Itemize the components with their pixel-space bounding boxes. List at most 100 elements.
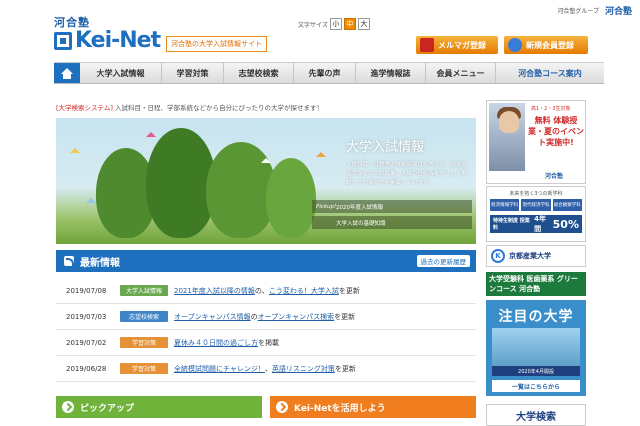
news-date: 2019/07/08	[66, 286, 107, 295]
trial-class-banner[interactable]: 高1・2・3生対象 無料 体験授業・夏のイベント実施中! 河合塾	[486, 100, 586, 184]
hero-link-2020-label: 2020年度入試情報	[336, 204, 383, 211]
news-text: 2021年度入試以降の情報の、こう変わる！大学入試を更新	[174, 286, 360, 296]
green-course-banner[interactable]: 大学受験科 医歯薬系 グリーンコース 河合塾	[486, 272, 586, 296]
keinet-logo-icon	[54, 31, 72, 50]
news-link[interactable]: 全統模試問題にチャレンジ！	[174, 365, 265, 373]
news-link[interactable]: オープンキャンパス情報	[174, 313, 251, 321]
pickup-section-header[interactable]: ピックアップ	[56, 396, 262, 418]
featured-university-banner[interactable]: 注目の大学 2020年4月開設 一覧はこちらから	[486, 300, 586, 396]
news-title: 最新情報	[80, 257, 120, 269]
rss-icon	[64, 256, 74, 266]
group-brand-link[interactable]: 河合塾	[605, 4, 632, 17]
campus-image	[492, 328, 580, 366]
hero-pickup-label: Pickup!	[316, 203, 337, 210]
hero-link-basics-label: 大学入試の基礎知識	[336, 220, 386, 227]
paper-bird-icon	[70, 148, 80, 153]
news-list: 2019/07/08 大学入試情報 2021年度入試以降の情報の、こう変わる！大…	[56, 278, 476, 382]
mail-magazine-icon	[420, 38, 434, 52]
nav-home-button[interactable]	[54, 63, 80, 83]
scholarship-rate: 50%	[552, 217, 579, 231]
nav-item-magazine[interactable]: 進学情報誌	[356, 63, 426, 83]
university-dept-banner[interactable]: 未来を拓く3つの新学科 経済情報学科 現代経済学科 総合観察学科 特待生制度 授…	[486, 186, 586, 242]
scholarship-years: 4年間	[534, 215, 546, 233]
news-text: オープンキャンパス情報のオープンキャンパス検索を更新	[174, 312, 355, 322]
news-link[interactable]: 英語リスニング対策	[272, 365, 335, 373]
news-text-tail: を更新	[334, 312, 356, 321]
news-header: 最新情報 過去の更新履歴	[56, 250, 476, 272]
news-text-tail: を更新	[338, 286, 360, 295]
news-text-tail: を更新	[334, 364, 356, 373]
news-text-mid: 、	[264, 364, 272, 373]
news-text: 夏休み４０日間の過ごし方を掲載	[174, 338, 279, 348]
register-button[interactable]: 新規会員登録	[504, 36, 588, 54]
nav-item-course-guide[interactable]: 河合塾コース案内	[496, 63, 604, 83]
nav-item-senior-voices[interactable]: 先輩の声	[294, 63, 356, 83]
news-item: 2019/07/03 志望校検索 オープンキャンパス情報のオープンキャンパス検索…	[56, 304, 476, 330]
mail-magazine-button[interactable]: メルマガ登録	[416, 36, 498, 54]
nav-item-study[interactable]: 学習対策	[162, 63, 224, 83]
news-category-badge: 学習対策	[120, 363, 168, 374]
paper-bird-icon	[316, 152, 326, 157]
nav-item-member-menu[interactable]: 会員メニュー	[426, 63, 496, 83]
trial-class-target: 高1・2・3生対象	[531, 106, 571, 112]
news-link[interactable]: 2021年度入試以降の情報	[174, 287, 255, 295]
news-text-mid: の	[250, 312, 258, 321]
search-intro-text: 入試科目・日程、学部系統などから自分にぴったりの大学が探せます！	[112, 104, 323, 112]
use-keinet-section-header[interactable]: Kei-Netを活用しよう	[270, 396, 476, 418]
featured-date: 2020年4月開設	[492, 366, 580, 376]
university-k-icon: K	[491, 249, 505, 263]
news-text: 全統模試問題にチャレンジ！、英語リスニング対策を更新	[174, 364, 356, 374]
news-link[interactable]: オープンキャンパス検索	[258, 313, 335, 321]
font-size-small-button[interactable]: 小	[329, 18, 342, 30]
trial-class-headline: 無料 体験授業・夏のイベント実施中!	[528, 116, 584, 147]
university-search-banner[interactable]: 大学検索	[486, 404, 586, 426]
news-category-badge: 学習対策	[120, 337, 168, 348]
news-date: 2019/07/03	[66, 312, 107, 321]
tree-image	[266, 158, 316, 238]
group-bar: 河合塾グループ 河合塾	[557, 4, 632, 17]
search-intro[interactable]: [大学検索システム] 入試科目・日程、学部系統などから自分にぴったりの大学が探せ…	[56, 102, 323, 112]
news-category-badge: 志望校検索	[120, 311, 168, 322]
news-date: 2019/06/28	[66, 364, 107, 373]
page: 河合塾グループ 河合塾 河合塾 Kei-Net 河合塾の大学入試情報サイト 文字…	[0, 0, 640, 426]
paper-bird-icon	[86, 198, 96, 203]
search-intro-tag: [大学検索システム]	[56, 104, 113, 112]
hero-banner[interactable]: 大学入試情報 入試科目・日程等の詳細情報はもちろん、過去の倍率などの入試結果、入…	[56, 118, 476, 244]
user-icon	[508, 38, 522, 52]
news-past-link[interactable]: 過去の更新履歴	[416, 255, 470, 267]
dept-cell: 現代経済学科	[521, 199, 551, 211]
keinet-logo[interactable]: Kei-Net	[54, 28, 161, 53]
dept-grid: 経済情報学科 現代経済学科 総合観察学科	[487, 197, 585, 213]
nav-item-school-search[interactable]: 志望校検索	[224, 63, 294, 83]
hero-title: 大学入試情報	[346, 140, 425, 155]
dept-banner-title: 未来を拓く3つの新学科	[509, 191, 563, 197]
dept-cell: 経済情報学科	[490, 199, 520, 211]
group-text: 河合塾グループ	[557, 8, 599, 15]
nav-item-admissions[interactable]: 大学入試情報	[80, 63, 162, 83]
font-size-large-button[interactable]: 大	[357, 18, 370, 30]
scholarship-bar: 特待生制度 授業料 4年間 50%	[490, 215, 582, 233]
arrow-circle-icon	[276, 401, 288, 413]
news-link[interactable]: 夏休み４０日間の過ごし方	[174, 339, 258, 347]
news-category-badge: 大学入試情報	[120, 285, 168, 296]
trial-class-logo: 河合塾	[545, 173, 564, 180]
font-size-medium-button[interactable]: 中	[343, 18, 356, 30]
hero-panel: 大学入試情報 入試科目・日程等の詳細情報はもちろん、過去の倍率などの入試結果、入…	[346, 136, 472, 188]
use-keinet-title: Kei-Netを活用しよう	[294, 403, 386, 414]
featured-list-button[interactable]: 一覧はこちらから	[492, 380, 580, 392]
news-item: 2019/06/28 学習対策 全統模試問題にチャレンジ！、英語リスニング対策を…	[56, 356, 476, 382]
hero-body: 入試科目・日程等の詳細情報はもちろん、過去の倍率などの入試結果、入試の仕組みをや…	[346, 162, 468, 186]
featured-title: 注目の大学	[498, 309, 574, 325]
hero-link-2020[interactable]: Pickup! 2020年度入試情報	[312, 200, 472, 213]
student-face	[499, 111, 519, 133]
keinet-logo-text: Kei-Net	[75, 28, 161, 53]
news-text-tail: を掲載	[258, 338, 279, 347]
news-link[interactable]: こう変わる！大学入試	[269, 287, 339, 295]
news-text-mid: の、	[254, 286, 269, 295]
kyoto-sangyo-banner[interactable]: K 京都産業大学	[486, 245, 586, 267]
kyoto-sangyo-label: 京都産業大学	[509, 252, 551, 260]
global-nav: 大学入試情報 学習対策 志望校検索 先輩の声 進学情報誌 会員メニュー 河合塾コ…	[54, 62, 604, 84]
hero-link-basics[interactable]: 大学入試の基礎知識	[312, 216, 472, 229]
pickup-title: ピックアップ	[80, 403, 135, 414]
arrow-circle-icon	[62, 401, 74, 413]
